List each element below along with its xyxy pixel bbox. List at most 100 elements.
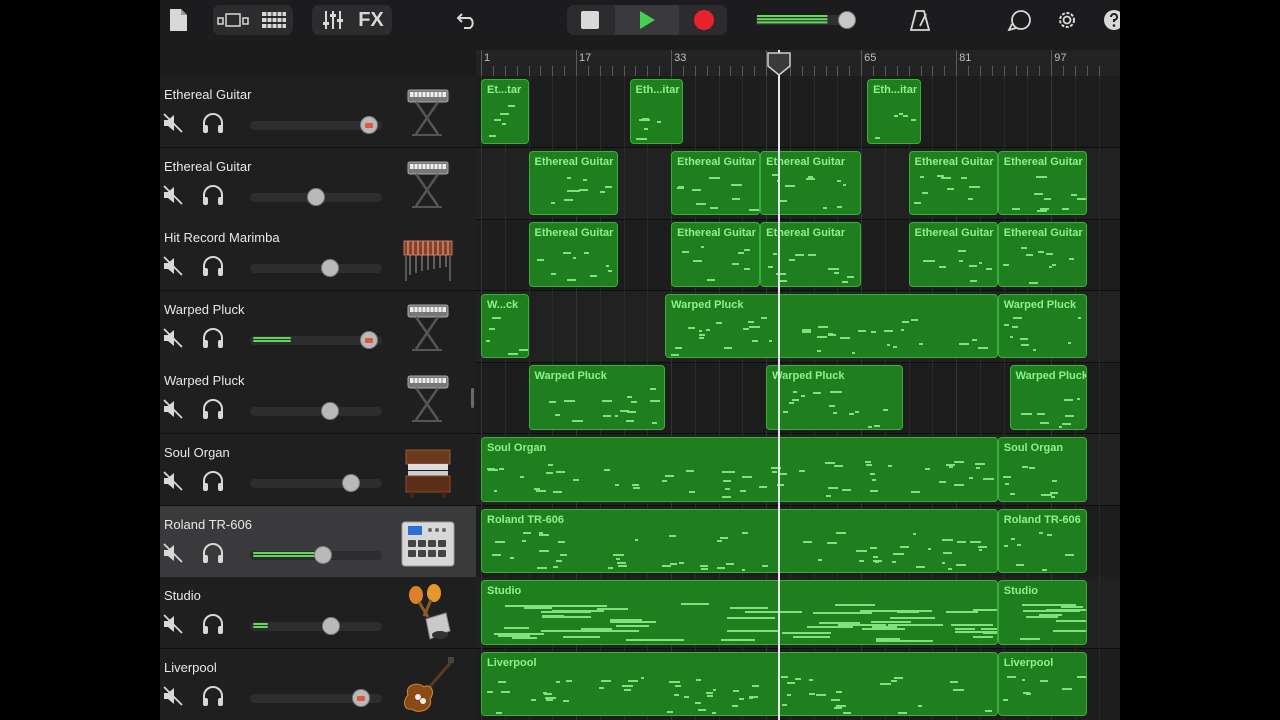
track-header[interactable]: Ethereal Guitar [160,76,476,148]
track-header[interactable]: Ethereal Guitar [160,147,476,220]
track-header[interactable]: Soul Organ [160,434,476,506]
undo-icon[interactable] [454,8,480,32]
keyboard-icon[interactable] [400,297,456,357]
volume-knob[interactable] [307,187,325,206]
tracks-view-icon[interactable] [258,8,290,32]
stop-icon[interactable] [572,8,608,32]
record-icon[interactable] [686,8,722,32]
volume-slider[interactable] [250,622,382,632]
solo-headphones-icon[interactable] [201,470,225,492]
scroll-indicator[interactable] [471,388,474,408]
midi-note [1037,251,1045,254]
track-header[interactable]: Studio [160,577,476,650]
playhead-handle[interactable] [767,52,791,76]
region[interactable]: Et...tar [481,79,529,144]
percussion-icon[interactable] [400,583,456,643]
region[interactable]: W...ck [481,293,529,359]
region[interactable]: Warped Pluck [528,365,666,430]
mute-icon[interactable] [162,398,184,420]
region[interactable]: Ethereal Guitar [908,222,998,287]
marimba-icon[interactable] [400,225,456,285]
master-volume-slider[interactable] [754,11,858,29]
region[interactable]: Ethereal Guitar [528,222,618,287]
region[interactable]: Warped Pluck [1009,365,1087,430]
midi-note [795,253,805,256]
timeline-ruler[interactable]: 1173349658197 [476,50,1120,76]
mute-icon[interactable] [162,112,184,134]
region[interactable]: Soul Organ [481,437,998,502]
play-icon[interactable] [615,5,679,35]
region[interactable]: Warped Pluck [997,293,1087,359]
solo-headphones-icon[interactable] [201,685,225,707]
keyboard-icon[interactable] [400,368,456,428]
region[interactable]: Ethereal Guitar [760,222,862,287]
mute-icon[interactable] [162,184,184,206]
region[interactable]: Roland TR-606 [997,508,1087,574]
region[interactable]: Warped Pluck [665,293,998,359]
keyboard-icon[interactable] [400,82,456,142]
bass-guitar-icon[interactable] [400,655,456,715]
region[interactable]: Roland TR-606 [481,508,998,574]
arrangement-area[interactable]: Et...tar Eth...itar Eth...itar Ethereal Gui… [476,76,1120,720]
volume-knob[interactable] [360,330,379,349]
mute-icon[interactable] [162,685,184,707]
solo-headphones-icon[interactable] [201,398,225,420]
track-lane[interactable] [476,76,1120,148]
region[interactable]: Ethereal Guitar [528,150,618,216]
region[interactable]: Liverpool [997,651,1087,717]
region[interactable]: Soul Organ [997,437,1087,502]
drum-machine-icon[interactable] [400,512,456,572]
my-songs-icon[interactable] [166,8,190,32]
track-header[interactable]: Roland TR-606 [160,505,476,578]
keyboard-icon[interactable] [400,154,456,214]
mute-icon[interactable] [162,542,184,564]
solo-headphones-icon[interactable] [201,327,225,349]
region[interactable]: Ethereal Guitar [671,150,761,216]
mute-icon[interactable] [162,470,184,492]
organ-icon[interactable] [400,440,456,500]
region[interactable]: Ethereal Guitar [997,150,1087,216]
region[interactable]: Liverpool [481,651,998,717]
region[interactable]: Eth...itar [629,79,683,144]
solo-headphones-icon[interactable] [201,112,225,134]
solo-headphones-icon[interactable] [201,542,225,564]
settings-icon[interactable] [1055,8,1079,32]
help-icon[interactable] [1102,8,1120,32]
region[interactable]: Studio [997,580,1087,645]
fx-button[interactable]: FX [356,8,386,32]
volume-knob[interactable] [314,545,333,564]
track-header[interactable]: Liverpool [160,648,476,720]
solo-headphones-icon[interactable] [201,613,225,635]
midi-note [941,562,946,565]
midi-note [1009,335,1013,338]
track-header[interactable]: Hit Record Marimba [160,219,476,292]
loop-browser-icon[interactable] [1005,8,1035,32]
mute-icon[interactable] [162,255,184,277]
mixer-icon[interactable] [318,8,348,32]
volume-knob[interactable] [321,402,340,421]
region[interactable]: Studio [481,580,998,645]
view-toggle-icon[interactable] [216,8,252,32]
volume-knob[interactable] [360,116,379,134]
track-header[interactable]: Warped Pluck [160,362,476,435]
track-header[interactable]: Warped Pluck [160,290,476,363]
volume-slider[interactable] [250,479,382,488]
volume-knob[interactable] [321,259,340,278]
volume-knob[interactable] [322,617,341,636]
region[interactable]: Ethereal Guitar [997,222,1087,287]
volume-slider[interactable] [250,407,382,417]
volume-knob[interactable] [351,688,370,707]
region[interactable]: Ethereal Guitar [760,150,862,216]
mute-icon[interactable] [162,327,184,349]
region[interactable]: Ethereal Guitar [908,150,998,216]
midi-note [567,177,571,180]
solo-headphones-icon[interactable] [201,255,225,277]
solo-headphones-icon[interactable] [201,184,225,206]
region[interactable]: Eth...itar [867,79,921,144]
metronome-icon[interactable] [908,8,932,32]
mute-icon[interactable] [162,613,184,635]
region[interactable]: Ethereal Guitar [671,222,761,287]
region[interactable]: Warped Pluck [766,365,903,430]
volume-slider[interactable] [250,264,382,274]
volume-knob[interactable] [342,474,361,492]
